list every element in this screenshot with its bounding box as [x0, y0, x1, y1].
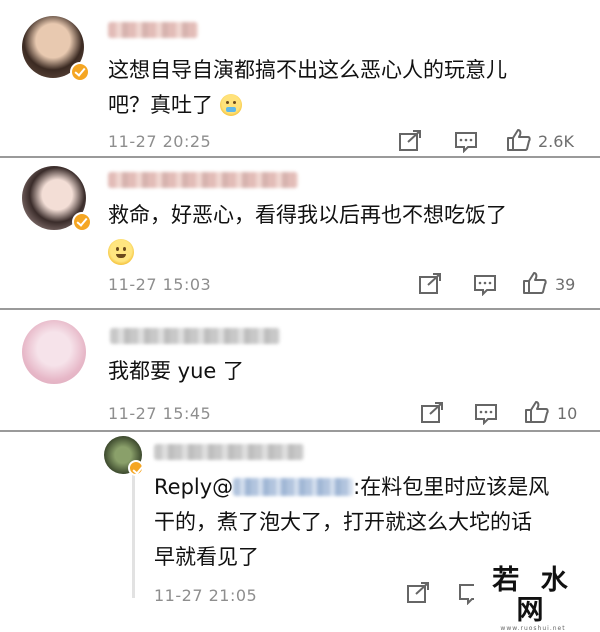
comment-time: 11-27 15:45 — [108, 404, 212, 423]
like-count: 2.6K — [538, 132, 574, 151]
comment-card: 这想自导自演都搞不出这么恶心人的玩意儿 吧？真吐了 11-27 20:25 2.… — [0, 0, 600, 158]
reply-prefix: Reply@ — [154, 475, 234, 499]
verified-badge-icon — [128, 460, 144, 476]
comment-text: 我都要 yue 了 — [108, 359, 245, 383]
mention-link[interactable] — [233, 478, 354, 496]
share-icon[interactable] — [418, 273, 442, 295]
username[interactable] — [110, 328, 280, 344]
verified-badge-icon — [72, 212, 92, 232]
avatar[interactable] — [22, 320, 86, 384]
like-count: 10 — [557, 404, 578, 423]
comment-text: 救命，好恶心，看得我以后再也不想吃饭了 — [108, 198, 578, 272]
username[interactable] — [154, 444, 304, 460]
username[interactable] — [108, 22, 198, 38]
verified-badge-icon — [70, 62, 90, 82]
site-watermark: 若 水 网 www.ruoshui.net — [474, 566, 592, 632]
like-icon[interactable] — [522, 271, 548, 295]
comment-card: 救命，好恶心，看得我以后再也不想吃饭了 11-27 15:03 39 — [0, 158, 600, 310]
smile-face-emoji — [108, 239, 134, 265]
like-icon[interactable] — [506, 128, 532, 152]
comment-text: 这想自导自演都搞不出这么恶心人的玩意儿 吧？真吐了 — [108, 58, 507, 117]
reply-text: Reply@:在料包里时应该是风 干的，煮了泡大了，打开就这么大坨的话 早就看见… — [154, 475, 550, 569]
reply-time: 11-27 21:05 — [154, 586, 258, 605]
share-icon[interactable] — [406, 582, 430, 604]
like-count: 39 — [555, 275, 576, 294]
comment-icon[interactable] — [454, 131, 478, 153]
share-icon[interactable] — [420, 402, 444, 424]
share-icon[interactable] — [398, 130, 422, 152]
comment-time: 11-27 20:25 — [108, 132, 212, 151]
comment-time: 11-27 15:03 — [108, 275, 212, 294]
comment-icon[interactable] — [473, 274, 497, 296]
vomit-face-emoji — [219, 94, 242, 116]
comment-card: 我都要 yue 了 11-27 15:45 10 — [0, 310, 600, 432]
comment-icon[interactable] — [474, 403, 498, 425]
username[interactable] — [108, 172, 298, 188]
like-icon[interactable] — [524, 400, 550, 424]
